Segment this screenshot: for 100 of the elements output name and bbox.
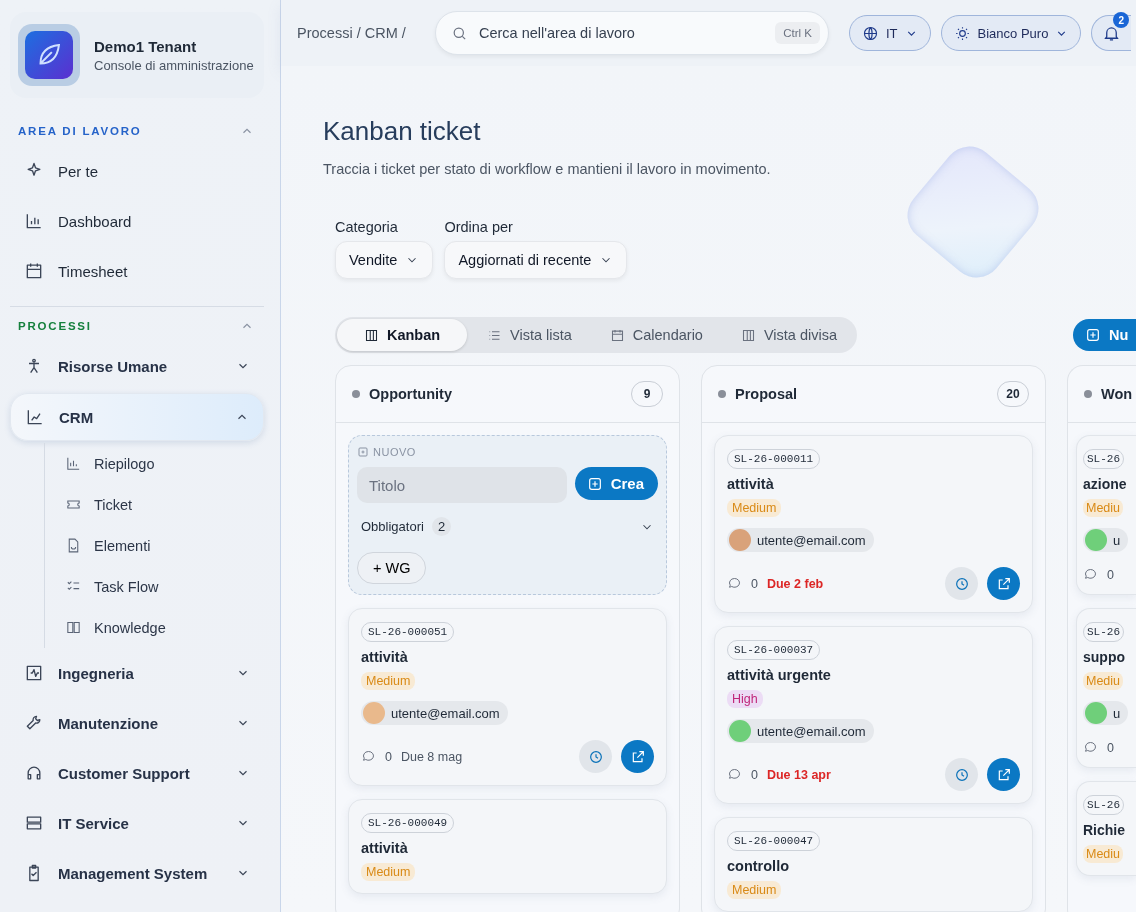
ticket-card[interactable]: SL-26 azione Mediu u 0 (1076, 435, 1136, 595)
status-dot (718, 390, 726, 398)
search-field[interactable]: Cerca nell'area di lavoro Ctrl K (435, 11, 829, 55)
ticket-title: attività urgente (727, 667, 831, 683)
clock-icon (953, 575, 970, 592)
nav-subitem[interactable]: Elementi (45, 525, 264, 566)
nav-item[interactable]: IT Service (10, 800, 264, 846)
page-subtitle: Traccia i ticket per stato di workflow e mantieni il lavoro in movimento. (323, 161, 772, 177)
nav-icon (65, 619, 82, 636)
notification-badge: 2 (1113, 12, 1130, 28)
nav-icon (65, 455, 82, 472)
filter-dropdown[interactable]: Vendite (335, 241, 434, 279)
ticket-title: azione (1083, 476, 1127, 492)
nav-icon (24, 261, 44, 281)
view-icon (740, 327, 756, 343)
notifications-button[interactable]: 2 (1091, 15, 1132, 51)
create-button[interactable]: Crea (574, 467, 658, 500)
comment-icon (727, 576, 742, 591)
comment-count: 0 (385, 749, 392, 764)
nav-item[interactable]: Risorse Umane (10, 343, 264, 389)
status-dot (1084, 390, 1092, 398)
theme-button[interactable]: Bianco Puro (940, 15, 1082, 51)
nav-subitem[interactable]: Riepilogo (45, 443, 264, 484)
comment-count: 0 (751, 767, 758, 782)
open-button[interactable] (621, 740, 654, 773)
view-tab[interactable]: Kanban (337, 319, 467, 351)
comment-icon (727, 767, 742, 782)
comment-count: 0 (751, 576, 758, 591)
time-button[interactable] (579, 740, 612, 773)
priority-tag: Medium (361, 672, 416, 690)
priority-tag: Medium (727, 881, 782, 899)
nav-icon (24, 663, 44, 683)
nav-item[interactable]: Manutenzione (10, 700, 264, 746)
nav-icon (24, 211, 44, 231)
open-button[interactable] (987, 567, 1020, 600)
status-dot (352, 390, 360, 398)
clock-icon (953, 766, 970, 783)
assignee-chip: utente@email.com (727, 528, 874, 552)
due-date: Due 8 mag (400, 749, 463, 764)
search-input[interactable]: Cerca nell'area di lavoro (477, 24, 767, 42)
comment-count: 0 (1107, 567, 1114, 582)
assignee-chip: u (1083, 701, 1129, 725)
nav-item[interactable]: Dashboard (10, 198, 264, 244)
view-tab[interactable]: Vista divisa (720, 319, 855, 351)
add-tag-button[interactable]: + WG (357, 552, 427, 584)
sun-icon (953, 24, 971, 42)
nav-subitem[interactable]: Task Flow (45, 566, 264, 607)
ticket-card[interactable]: SL-26-000047 controllo Medium (714, 817, 1033, 912)
section-title: AREA DI LAVORO (18, 125, 142, 137)
ticket-card[interactable]: SL-26 suppo Mediu u 0 (1076, 608, 1136, 768)
ticket-card[interactable]: SL-26-000011 attività Medium utente@email.com 0 Due 2 feb (714, 435, 1033, 613)
time-button[interactable] (945, 567, 978, 600)
column-title: Opportunity (369, 386, 453, 402)
ticket-card[interactable]: SL-26-000037 attività urgente High utente@email.com 0 Due 13 apr (714, 626, 1033, 804)
nav-item[interactable]: Timesheet (10, 248, 264, 294)
assignee-chip: u (1083, 528, 1129, 552)
comment-icon (361, 749, 376, 764)
due-date: Due 13 apr (766, 767, 831, 782)
view-tab[interactable]: Calendario (589, 319, 721, 351)
column-title: Won (1101, 386, 1134, 402)
time-button[interactable] (945, 758, 978, 791)
plus-square-icon (357, 446, 369, 458)
ticket-card[interactable]: SL-26-000049 attività Medium (348, 799, 667, 894)
tenant-name: Demo1 Tenant (94, 37, 198, 55)
nav-subitem[interactable]: Ticket (45, 484, 264, 525)
assignee-chip: utente@email.com (727, 719, 874, 743)
ticket-card[interactable]: SL-26-000051 attività Medium utente@email.com 0 Due 8 mag (348, 608, 667, 786)
nav-item[interactable]: Management System (10, 850, 264, 896)
comment-icon (1083, 740, 1098, 755)
nav-item[interactable]: Ingegneria (10, 650, 264, 696)
ticket-title: controllo (727, 858, 790, 874)
nav-item[interactable]: Per te (10, 148, 264, 194)
comment-count: 0 (1107, 740, 1114, 755)
priority-tag: Medium (361, 863, 416, 881)
view-icon (609, 327, 625, 343)
ticket-card[interactable]: SL-26 Richie Mediu (1076, 781, 1136, 876)
language-button[interactable]: IT (849, 15, 931, 51)
view-tab[interactable]: Vista lista (467, 319, 590, 351)
filter-label: Categoria (335, 219, 399, 235)
nav-item[interactable]: CRM (10, 393, 264, 441)
ticket-title: Richie (1083, 822, 1125, 838)
tenant-subtitle: Console di amministrazione (94, 57, 254, 73)
priority-tag: High (727, 690, 763, 708)
nav-item[interactable]: Customer Support (10, 750, 264, 796)
shortcut-key: Ctrl K (775, 22, 820, 44)
nav-subitem[interactable]: Knowledge (45, 607, 264, 648)
ticket-title: attività (727, 476, 774, 492)
new-ticket-button[interactable]: Nu (1073, 319, 1136, 351)
count-badge: 2 (431, 517, 452, 536)
priority-tag: Mediu (1083, 672, 1124, 690)
quick-add-label: NUOVO (373, 446, 416, 458)
plus-square-icon (1085, 327, 1101, 343)
clock-icon (587, 748, 604, 765)
due-date: Due 2 feb (766, 576, 824, 591)
filter-dropdown[interactable]: Aggiornati di recente (444, 241, 628, 279)
ticket-title: attività (361, 649, 408, 665)
comment-icon (1083, 567, 1098, 582)
globe-icon (862, 24, 879, 42)
open-button[interactable] (987, 758, 1020, 791)
title-field[interactable]: Titolo (357, 467, 567, 503)
